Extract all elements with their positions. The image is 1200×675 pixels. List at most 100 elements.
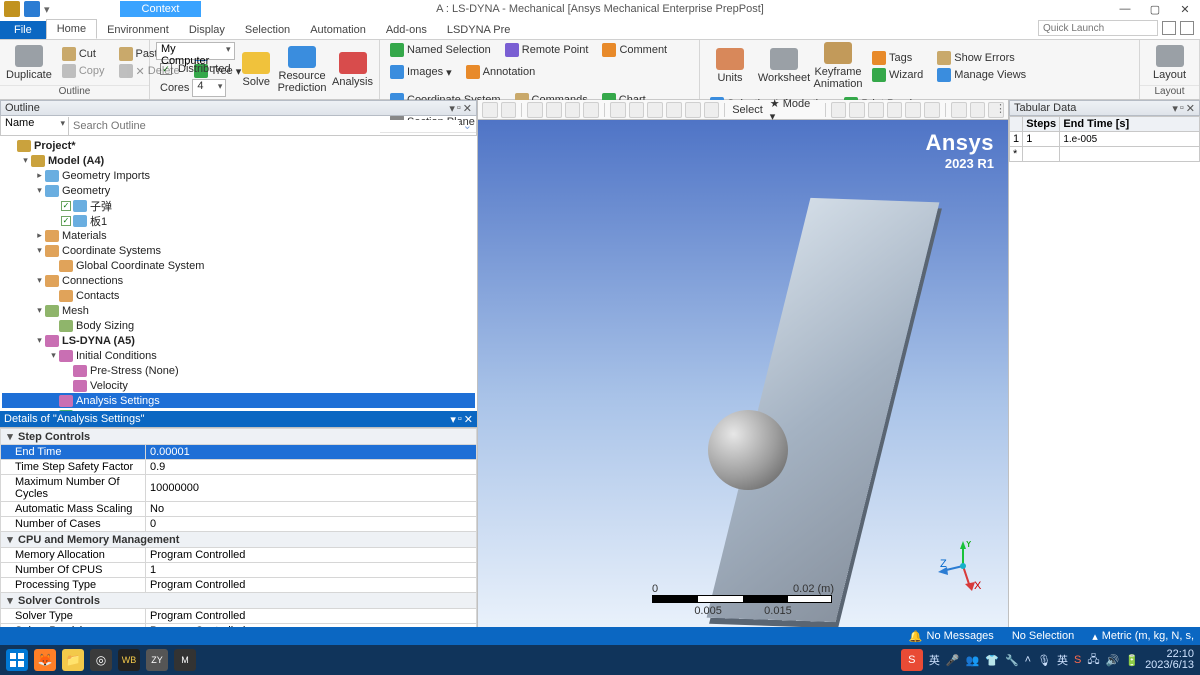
taskbar-clock[interactable]: 22:102023/6/13 [1145, 649, 1194, 671]
tray-vol-icon[interactable]: 🔊 [1106, 654, 1120, 667]
save-icon[interactable] [24, 1, 40, 17]
ime-lang[interactable]: 英 [929, 652, 940, 668]
tree-item[interactable]: Analysis Settings [2, 393, 475, 408]
keyframe-button[interactable]: Keyframe Animation [814, 42, 862, 90]
tab-selection[interactable]: Selection [235, 21, 300, 39]
tree-item[interactable]: ▾Model (A4) [2, 153, 475, 168]
tree-item[interactable]: Contacts [2, 288, 475, 303]
details-row[interactable]: Memory AllocationProgram Controlled [1, 548, 477, 563]
vp-explode-icon[interactable] [970, 102, 986, 118]
tray-net-icon[interactable]: 🖧 [1087, 651, 1099, 670]
vp-sel-edge-icon[interactable] [849, 102, 865, 118]
tree-item[interactable]: ▸Materials [2, 228, 475, 243]
status-units[interactable]: ▴ Metric (m, kg, N, s, [1092, 630, 1194, 643]
tray-mic-icon[interactable]: 🎤 [946, 654, 960, 667]
triad-icon[interactable]: Y Z X [938, 541, 988, 591]
analysis-button[interactable]: Analysis [332, 52, 373, 88]
vp-sel-point-icon[interactable] [831, 102, 847, 118]
details-row[interactable]: Solver TypeProgram Controlled [1, 609, 477, 624]
vp-wire-icon[interactable] [527, 102, 543, 118]
units-button[interactable]: Units [706, 48, 754, 84]
resource-prediction-button[interactable]: Resource Prediction [278, 46, 326, 94]
details-row[interactable]: Number Of CPUS1 [1, 563, 477, 578]
tree-item[interactable]: ▾Connections [2, 273, 475, 288]
tabular-row[interactable]: 11 [1010, 132, 1200, 147]
tree-item[interactable]: ✓子弹 [2, 198, 475, 213]
cores-field[interactable]: Cores 4 [156, 78, 235, 98]
show-errors-button[interactable]: Show Errors [933, 50, 1030, 66]
tab-environment[interactable]: Environment [97, 21, 179, 39]
details-row[interactable]: ▾ Step Controls [1, 429, 477, 445]
named-selection-button[interactable]: Named Selection [386, 42, 495, 58]
images-button[interactable]: Images▾ [386, 64, 456, 80]
close-button[interactable]: ✕ [1170, 0, 1200, 18]
vp-sel-face-icon[interactable] [868, 102, 884, 118]
details-row[interactable]: Number of Cases0 [1, 517, 477, 532]
vp-iso-icon[interactable] [583, 102, 599, 118]
vp-shade-icon[interactable] [546, 102, 562, 118]
worksheet-button[interactable]: Worksheet [760, 48, 808, 84]
wb-icon[interactable]: WB [118, 649, 140, 671]
vp-persp-icon[interactable] [565, 102, 581, 118]
tray-mic2-icon[interactable]: 🎙 [1037, 654, 1051, 667]
minimize-button[interactable]: — [1110, 0, 1140, 18]
solve-button[interactable]: Solve [241, 52, 272, 88]
tab-file[interactable]: File [0, 21, 46, 39]
outline-search-input[interactable] [69, 120, 459, 132]
copy-button[interactable]: Copy [58, 63, 109, 79]
explorer-icon[interactable]: 📁 [62, 649, 84, 671]
pin-icon[interactable]: ▾ [449, 102, 455, 115]
tree-item[interactable]: Pre-Stress (None) [2, 363, 475, 378]
details-row[interactable]: ▾ CPU and Memory Management [1, 532, 477, 548]
vp-select-label[interactable]: Select [730, 104, 765, 116]
tree-item[interactable]: Body Sizing [2, 318, 475, 333]
vp-pan-icon[interactable] [629, 102, 645, 118]
collapse-ribbon-icon[interactable] [1180, 21, 1194, 35]
sogou-ime-icon[interactable]: S [901, 649, 923, 671]
maximize-button[interactable]: ▢ [1140, 0, 1170, 18]
vp-sel-elem-icon[interactable] [924, 102, 940, 118]
tree-item[interactable]: Velocity [2, 378, 475, 393]
tree-item[interactable]: ▸Geometry Imports [2, 168, 475, 183]
wizard-button[interactable]: Wizard [868, 67, 927, 83]
vp-zoomout-icon[interactable] [666, 102, 682, 118]
tray-tool-icon[interactable]: 🔧 [1005, 654, 1019, 667]
tray-chevron-icon[interactable]: ˄ [1025, 654, 1031, 666]
m-icon[interactable]: M [174, 649, 196, 671]
details-close-icon[interactable]: ✕ [464, 413, 473, 426]
firefox-icon[interactable]: 🦊 [34, 649, 56, 671]
tree-item[interactable]: Project* [2, 138, 475, 153]
vp-box-icon[interactable] [685, 102, 701, 118]
tree-item[interactable]: Global Coordinate System [2, 258, 475, 273]
fullscreen-icon[interactable] [1162, 21, 1176, 35]
details-row[interactable]: Time Step Safety Factor0.9 [1, 460, 477, 475]
tray-bat-icon[interactable]: 🔋 [1125, 654, 1139, 667]
vp-prev-icon[interactable] [704, 102, 720, 118]
tab-lsdyna-pre[interactable]: LSDYNA Pre [437, 21, 521, 39]
solve-target-combo[interactable]: My Computer [156, 42, 235, 60]
duplicate-button[interactable]: Duplicate [6, 45, 52, 81]
vp-mode-label[interactable]: ★ Mode ▾ [768, 97, 820, 123]
vp-sel-body-icon[interactable] [887, 102, 903, 118]
tree-item[interactable]: ▾Mesh [2, 303, 475, 318]
tab-display[interactable]: Display [179, 21, 235, 39]
tabular-close-icon[interactable]: ✕ [1186, 102, 1195, 115]
tab-home[interactable]: Home [46, 19, 97, 39]
vp-zoom-icon[interactable] [501, 102, 517, 118]
tree-item[interactable]: ✓板1 [2, 213, 475, 228]
obs-icon[interactable]: ◎ [90, 649, 112, 671]
tags-button[interactable]: Tags [868, 50, 927, 66]
comment-button[interactable]: Comment [598, 42, 671, 58]
details-row[interactable]: Solver PrecisionProgram Controlled [1, 624, 477, 628]
tree-item[interactable]: ▾LS-DYNA (A5) [2, 333, 475, 348]
details-row[interactable]: Automatic Mass ScalingNo [1, 502, 477, 517]
quick-launch-input[interactable] [1038, 20, 1158, 36]
tabular-data-grid[interactable]: StepsEnd Time [s]11* [1009, 116, 1200, 627]
tray-sogou2-icon[interactable]: S [1074, 654, 1081, 666]
zy-icon[interactable]: ZY [146, 649, 168, 671]
tray-shirt-icon[interactable]: 👕 [985, 654, 999, 667]
tab-automation[interactable]: Automation [300, 21, 376, 39]
vp-clip-icon[interactable] [951, 102, 967, 118]
status-messages[interactable]: 🔔 No Messages [909, 630, 994, 643]
manage-views-button[interactable]: Manage Views [933, 67, 1030, 83]
